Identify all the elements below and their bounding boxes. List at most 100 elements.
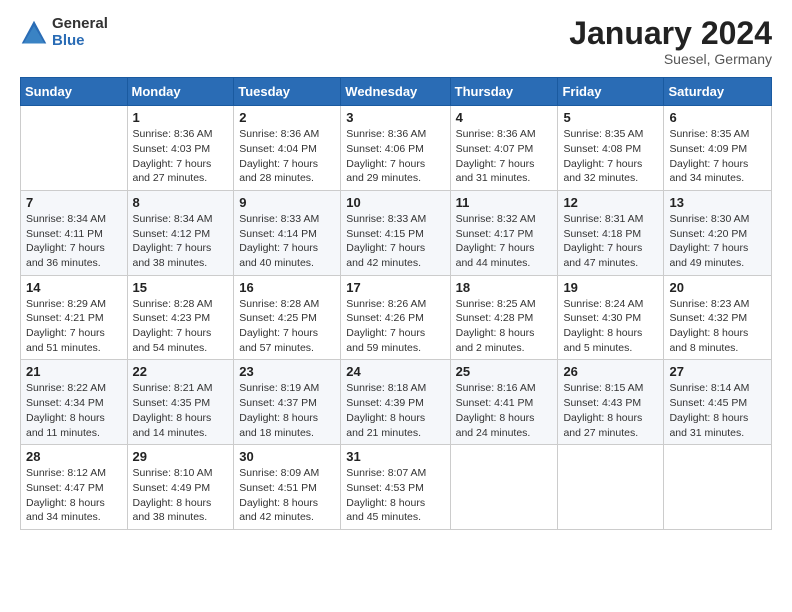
day-cell: 2Sunrise: 8:36 AMSunset: 4:04 PMDaylight… xyxy=(234,106,341,191)
day-cell xyxy=(664,445,772,530)
day-number: 26 xyxy=(563,364,658,379)
day-info: Sunrise: 8:35 AMSunset: 4:08 PMDaylight:… xyxy=(563,127,658,186)
day-cell xyxy=(21,106,128,191)
day-cell: 31 Sunrise: 8:07 AMSunset: 4:53 PMDayligh… xyxy=(341,445,450,530)
day-number: 8 xyxy=(133,195,229,210)
day-number: 3 xyxy=(346,110,444,125)
day-number: 15 xyxy=(133,280,229,295)
day-number: 16 xyxy=(239,280,335,295)
weekday-header-saturday: Saturday xyxy=(664,78,772,106)
day-number: 2 xyxy=(239,110,335,125)
day-number: 20 xyxy=(669,280,766,295)
day-info: Sunrise: 8:26 AMSunset: 4:26 PMDaylight:… xyxy=(346,297,444,356)
weekday-header-row: SundayMondayTuesdayWednesdayThursdayFrid… xyxy=(21,78,772,106)
day-cell: 6 Sunrise: 8:35 AMSunset: 4:09 PMDaylight… xyxy=(664,106,772,191)
day-info: Sunrise: 8:12 AMSunset: 4:47 PMDaylight:… xyxy=(26,466,122,525)
day-info: Sunrise: 8:07 AMSunset: 4:53 PMDaylight:… xyxy=(346,466,444,525)
day-cell: 10 Sunrise: 8:33 AMSunset: 4:15 PMDayligh… xyxy=(341,190,450,275)
day-number: 1 xyxy=(133,110,229,125)
day-number: 31 xyxy=(346,449,444,464)
day-number: 5 xyxy=(563,110,658,125)
weekday-header-sunday: Sunday xyxy=(21,78,128,106)
day-info: Sunrise: 8:16 AMSunset: 4:41 PMDaylight:… xyxy=(456,381,553,440)
week-row-1: 1 Sunrise: 8:36 AMSunset: 4:03 PMDaylight… xyxy=(21,106,772,191)
logo-blue: Blue xyxy=(52,33,108,50)
day-info: Sunrise: 8:33 AMSunset: 4:15 PMDaylight:… xyxy=(346,212,444,271)
day-number: 24 xyxy=(346,364,444,379)
logo-general: General xyxy=(52,16,108,33)
title-block: January 2024 Suesel, Germany xyxy=(569,16,772,67)
day-cell: 21 Sunrise: 8:22 AMSunset: 4:34 PMDayligh… xyxy=(21,360,128,445)
calendar-table: SundayMondayTuesdayWednesdayThursdayFrid… xyxy=(20,77,772,530)
day-cell: 13Sunrise: 8:30 AMSunset: 4:20 PMDayligh… xyxy=(664,190,772,275)
day-number: 14 xyxy=(26,280,122,295)
day-number: 11 xyxy=(456,195,553,210)
day-info: Sunrise: 8:14 AMSunset: 4:45 PMDaylight:… xyxy=(669,381,766,440)
logo-icon xyxy=(20,19,48,47)
day-number: 23 xyxy=(239,364,335,379)
day-cell: 20 Sunrise: 8:23 AMSunset: 4:32 PMDayligh… xyxy=(664,275,772,360)
week-row-2: 7 Sunrise: 8:34 AMSunset: 4:11 PMDaylight… xyxy=(21,190,772,275)
day-cell: 3 Sunrise: 8:36 AMSunset: 4:06 PMDaylight… xyxy=(341,106,450,191)
day-info: Sunrise: 8:34 AMSunset: 4:11 PMDaylight:… xyxy=(26,212,122,271)
day-info: Sunrise: 8:15 AMSunset: 4:43 PMDaylight:… xyxy=(563,381,658,440)
day-cell: 22 Sunrise: 8:21 AMSunset: 4:35 PMDayligh… xyxy=(127,360,234,445)
day-info: Sunrise: 8:22 AMSunset: 4:34 PMDaylight:… xyxy=(26,381,122,440)
day-number: 10 xyxy=(346,195,444,210)
day-info: Sunrise: 8:19 AMSunset: 4:37 PMDaylight:… xyxy=(239,381,335,440)
day-number: 4 xyxy=(456,110,553,125)
day-number: 18 xyxy=(456,280,553,295)
location-subtitle: Suesel, Germany xyxy=(569,51,772,67)
logo-text: General Blue xyxy=(52,16,108,49)
weekday-header-thursday: Thursday xyxy=(450,78,558,106)
day-cell: 24Sunrise: 8:18 AMSunset: 4:39 PMDayligh… xyxy=(341,360,450,445)
day-number: 22 xyxy=(133,364,229,379)
day-cell xyxy=(450,445,558,530)
day-number: 27 xyxy=(669,364,766,379)
day-cell: 12 Sunrise: 8:31 AMSunset: 4:18 PMDayligh… xyxy=(558,190,664,275)
day-cell: 17Sunrise: 8:26 AMSunset: 4:26 PMDayligh… xyxy=(341,275,450,360)
day-cell: 26 Sunrise: 8:15 AMSunset: 4:43 PMDayligh… xyxy=(558,360,664,445)
weekday-header-wednesday: Wednesday xyxy=(341,78,450,106)
day-number: 29 xyxy=(133,449,229,464)
day-cell: 14Sunrise: 8:29 AMSunset: 4:21 PMDayligh… xyxy=(21,275,128,360)
day-info: Sunrise: 8:21 AMSunset: 4:35 PMDaylight:… xyxy=(133,381,229,440)
day-number: 7 xyxy=(26,195,122,210)
day-number: 12 xyxy=(563,195,658,210)
day-cell: 11 Sunrise: 8:32 AMSunset: 4:17 PMDayligh… xyxy=(450,190,558,275)
day-cell: 5 Sunrise: 8:35 AMSunset: 4:08 PMDaylight… xyxy=(558,106,664,191)
day-info: Sunrise: 8:36 AMSunset: 4:06 PMDaylight:… xyxy=(346,127,444,186)
day-info: Sunrise: 8:23 AMSunset: 4:32 PMDaylight:… xyxy=(669,297,766,356)
day-number: 21 xyxy=(26,364,122,379)
day-cell: 8Sunrise: 8:34 AMSunset: 4:12 PMDaylight… xyxy=(127,190,234,275)
week-row-3: 14Sunrise: 8:29 AMSunset: 4:21 PMDayligh… xyxy=(21,275,772,360)
day-cell: 4 Sunrise: 8:36 AMSunset: 4:07 PMDaylight… xyxy=(450,106,558,191)
day-cell: 19Sunrise: 8:24 AMSunset: 4:30 PMDayligh… xyxy=(558,275,664,360)
day-cell: 27 Sunrise: 8:14 AMSunset: 4:45 PMDayligh… xyxy=(664,360,772,445)
day-info: Sunrise: 8:31 AMSunset: 4:18 PMDaylight:… xyxy=(563,212,658,271)
day-info: Sunrise: 8:35 AMSunset: 4:09 PMDaylight:… xyxy=(669,127,766,186)
page: General Blue January 2024 Suesel, German… xyxy=(0,0,792,612)
day-cell: 9Sunrise: 8:33 AMSunset: 4:14 PMDaylight… xyxy=(234,190,341,275)
day-info: Sunrise: 8:32 AMSunset: 4:17 PMDaylight:… xyxy=(456,212,553,271)
day-number: 25 xyxy=(456,364,553,379)
day-info: Sunrise: 8:36 AMSunset: 4:07 PMDaylight:… xyxy=(456,127,553,186)
weekday-header-tuesday: Tuesday xyxy=(234,78,341,106)
day-info: Sunrise: 8:25 AMSunset: 4:28 PMDaylight:… xyxy=(456,297,553,356)
day-number: 28 xyxy=(26,449,122,464)
day-cell: 23 Sunrise: 8:19 AMSunset: 4:37 PMDayligh… xyxy=(234,360,341,445)
day-number: 30 xyxy=(239,449,335,464)
header: General Blue January 2024 Suesel, German… xyxy=(20,16,772,67)
day-number: 6 xyxy=(669,110,766,125)
day-info: Sunrise: 8:24 AMSunset: 4:30 PMDaylight:… xyxy=(563,297,658,356)
day-cell: 30Sunrise: 8:09 AMSunset: 4:51 PMDayligh… xyxy=(234,445,341,530)
month-title: January 2024 xyxy=(569,16,772,51)
day-cell: 16 Sunrise: 8:28 AMSunset: 4:25 PMDayligh… xyxy=(234,275,341,360)
day-info: Sunrise: 8:36 AMSunset: 4:03 PMDaylight:… xyxy=(133,127,229,186)
week-row-4: 21 Sunrise: 8:22 AMSunset: 4:34 PMDayligh… xyxy=(21,360,772,445)
day-info: Sunrise: 8:28 AMSunset: 4:25 PMDaylight:… xyxy=(239,297,335,356)
weekday-header-friday: Friday xyxy=(558,78,664,106)
day-cell: 25 Sunrise: 8:16 AMSunset: 4:41 PMDayligh… xyxy=(450,360,558,445)
day-cell xyxy=(558,445,664,530)
day-info: Sunrise: 8:10 AMSunset: 4:49 PMDaylight:… xyxy=(133,466,229,525)
